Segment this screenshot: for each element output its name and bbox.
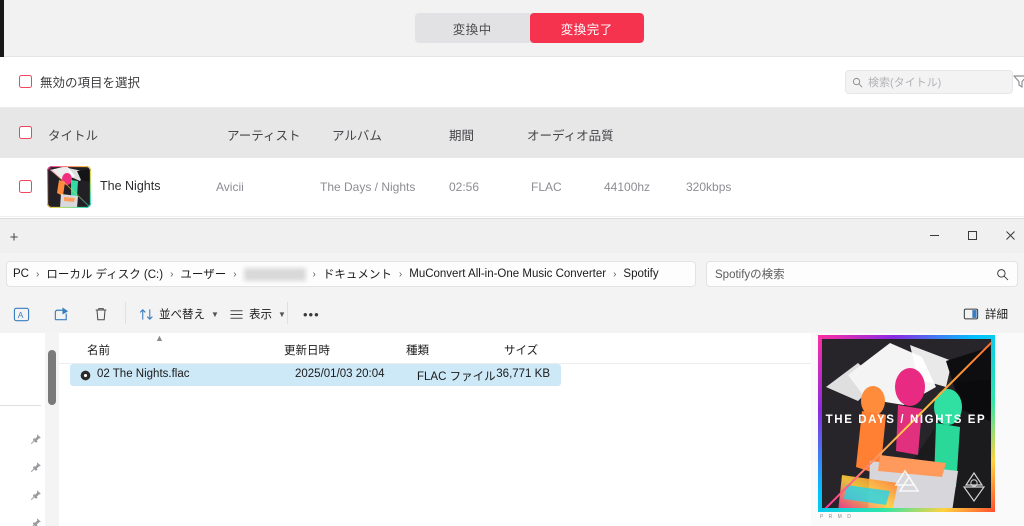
- album-art-label: P R M D: [820, 514, 853, 520]
- file-column-modified[interactable]: 更新日時: [284, 342, 330, 358]
- converter-table-header: [0, 108, 1024, 158]
- row-bitrate: 320kbps: [686, 180, 732, 194]
- new-tab-button[interactable]: +: [3, 226, 25, 248]
- rename-button[interactable]: A: [6, 301, 37, 327]
- search-icon: [852, 77, 863, 87]
- navigation-pane[interactable]: [0, 333, 45, 526]
- file-name: 02 The Nights.flac: [97, 368, 190, 380]
- breadcrumb-separator: ›: [170, 268, 174, 280]
- flac-file-icon: [80, 370, 91, 381]
- converter-search-input[interactable]: 検索(タイトル): [845, 70, 1013, 94]
- row-artist: Avicii: [216, 180, 244, 194]
- sort-ascending-icon: ▲: [155, 333, 164, 343]
- row-format: FLAC: [531, 180, 562, 194]
- close-icon: [1005, 230, 1015, 240]
- explorer-search-input[interactable]: Spotifyの検索: [706, 261, 1018, 287]
- file-column-name[interactable]: 名前: [87, 342, 110, 358]
- conversion-status-tabs[interactable]: 変換中 変換完了: [415, 13, 644, 43]
- maximize-icon: [967, 230, 977, 240]
- close-button[interactable]: [988, 219, 1024, 251]
- preview-pane: THE DAYS / NIGHTS EP P R M D: [811, 333, 1024, 526]
- muconvert-app-window: 変換中 変換完了 無効の項目を選択 検索(タイトル) タイトル アーティスト ア…: [0, 0, 1024, 218]
- details-pane-button[interactable]: 詳細: [963, 301, 1008, 327]
- row-select-checkbox[interactable]: [19, 180, 32, 193]
- breadcrumb-item-spotify[interactable]: Spotify: [623, 268, 658, 280]
- file-column-size[interactable]: サイズ: [504, 342, 538, 358]
- breadcrumb-separator: ›: [613, 268, 617, 280]
- album-thumbnail: [47, 166, 91, 208]
- select-invalid-label: 無効の項目を選択: [40, 76, 141, 90]
- file-list-item[interactable]: 02 The Nights.flac 2025/01/03 20:04 FLAC…: [70, 364, 561, 386]
- file-modified: 2025/01/03 20:04: [295, 368, 385, 380]
- file-list: ▲ 名前 更新日時 種類 サイズ 02 The Nights.flac 2025…: [59, 333, 811, 526]
- breadcrumb-item-pc[interactable]: PC: [13, 268, 29, 280]
- search-icon: [997, 268, 1009, 280]
- tab-converted[interactable]: 変換完了: [529, 13, 644, 43]
- toolbar-divider: [125, 302, 126, 324]
- pin-icon: [31, 462, 41, 472]
- sort-arrows-icon: [139, 308, 153, 320]
- column-header-quality[interactable]: オーディオ品質: [527, 125, 614, 144]
- select-invalid-checkbox[interactable]: [19, 75, 32, 88]
- breadcrumb-item-local-disk[interactable]: ローカル ディスク (C:): [46, 266, 163, 282]
- toolbar-divider: [287, 302, 288, 324]
- row-title: The Nights: [100, 179, 161, 193]
- breadcrumb-item-muconvert[interactable]: MuConvert All-in-One Music Converter: [409, 268, 606, 280]
- breadcrumb-separator: ›: [398, 268, 403, 280]
- album-art-title: THE DAYS / NIGHTS EP: [826, 414, 987, 426]
- breadcrumb-separator: ›: [35, 268, 40, 280]
- column-header-album[interactable]: アルバム: [332, 125, 382, 144]
- chevron-down-icon: ▼: [278, 309, 286, 319]
- converter-search-placeholder: 検索(タイトル): [868, 77, 942, 89]
- svg-text:A: A: [18, 309, 24, 319]
- breadcrumb-separator: ›: [312, 268, 316, 280]
- rename-icon: A: [13, 307, 30, 321]
- breadcrumb-item-users[interactable]: ユーザー: [180, 266, 226, 282]
- breadcrumb-item-username-redacted[interactable]: [243, 267, 306, 281]
- row-samplerate: 44100hz: [604, 180, 651, 194]
- row-duration: 02:56: [449, 180, 480, 194]
- file-list-header: [59, 333, 811, 364]
- album-art-preview: THE DAYS / NIGHTS EP: [818, 335, 995, 512]
- file-explorer-window: + PC › ローカル ディスク (C:) › ユーザー › › ドキュメント …: [0, 218, 1024, 526]
- delete-button[interactable]: [86, 301, 116, 327]
- breadcrumb[interactable]: PC › ローカル ディスク (C:) › ユーザー › › ドキュメント › …: [6, 261, 696, 287]
- breadcrumb-item-documents[interactable]: ドキュメント: [323, 266, 392, 282]
- file-column-type[interactable]: 種類: [406, 342, 429, 358]
- tab-converting[interactable]: 変換中: [415, 13, 530, 43]
- column-header-duration[interactable]: 期間: [449, 125, 474, 144]
- trash-icon: [95, 308, 107, 321]
- explorer-body: ▲ 名前 更新日時 種類 サイズ 02 The Nights.flac 2025…: [0, 333, 1024, 526]
- file-size: 36,771 KB: [496, 368, 550, 380]
- sort-label: 並べ替え: [159, 309, 205, 321]
- row-album: The Days / Nights: [320, 180, 416, 194]
- pin-icon: [31, 490, 41, 500]
- more-options-button[interactable]: •••: [296, 301, 327, 327]
- column-header-artist[interactable]: アーティスト: [227, 125, 301, 144]
- nav-scrollbar-thumb[interactable]: [48, 350, 56, 405]
- explorer-title-bar: [0, 219, 1024, 253]
- breadcrumb-separator: ›: [233, 268, 237, 280]
- details-label: 詳細: [985, 309, 1008, 321]
- minimize-icon: [929, 234, 939, 236]
- view-button[interactable]: 表示 ▼: [222, 301, 293, 327]
- view-list-icon: [230, 309, 243, 319]
- pin-icon: [31, 434, 41, 444]
- filter-icon[interactable]: [1012, 73, 1024, 91]
- share-button[interactable]: [46, 301, 77, 327]
- chevron-down-icon: ▼: [211, 309, 219, 319]
- view-label: 表示: [249, 309, 272, 321]
- share-icon: [54, 306, 69, 320]
- select-all-checkbox[interactable]: [19, 126, 32, 139]
- details-pane-icon: [963, 308, 979, 320]
- sort-button[interactable]: 並べ替え ▼: [132, 301, 226, 327]
- column-header-title[interactable]: タイトル: [48, 125, 98, 144]
- explorer-search-placeholder: Spotifyの検索: [715, 269, 785, 281]
- nav-divider: [0, 405, 41, 406]
- more-options-label: •••: [303, 306, 320, 322]
